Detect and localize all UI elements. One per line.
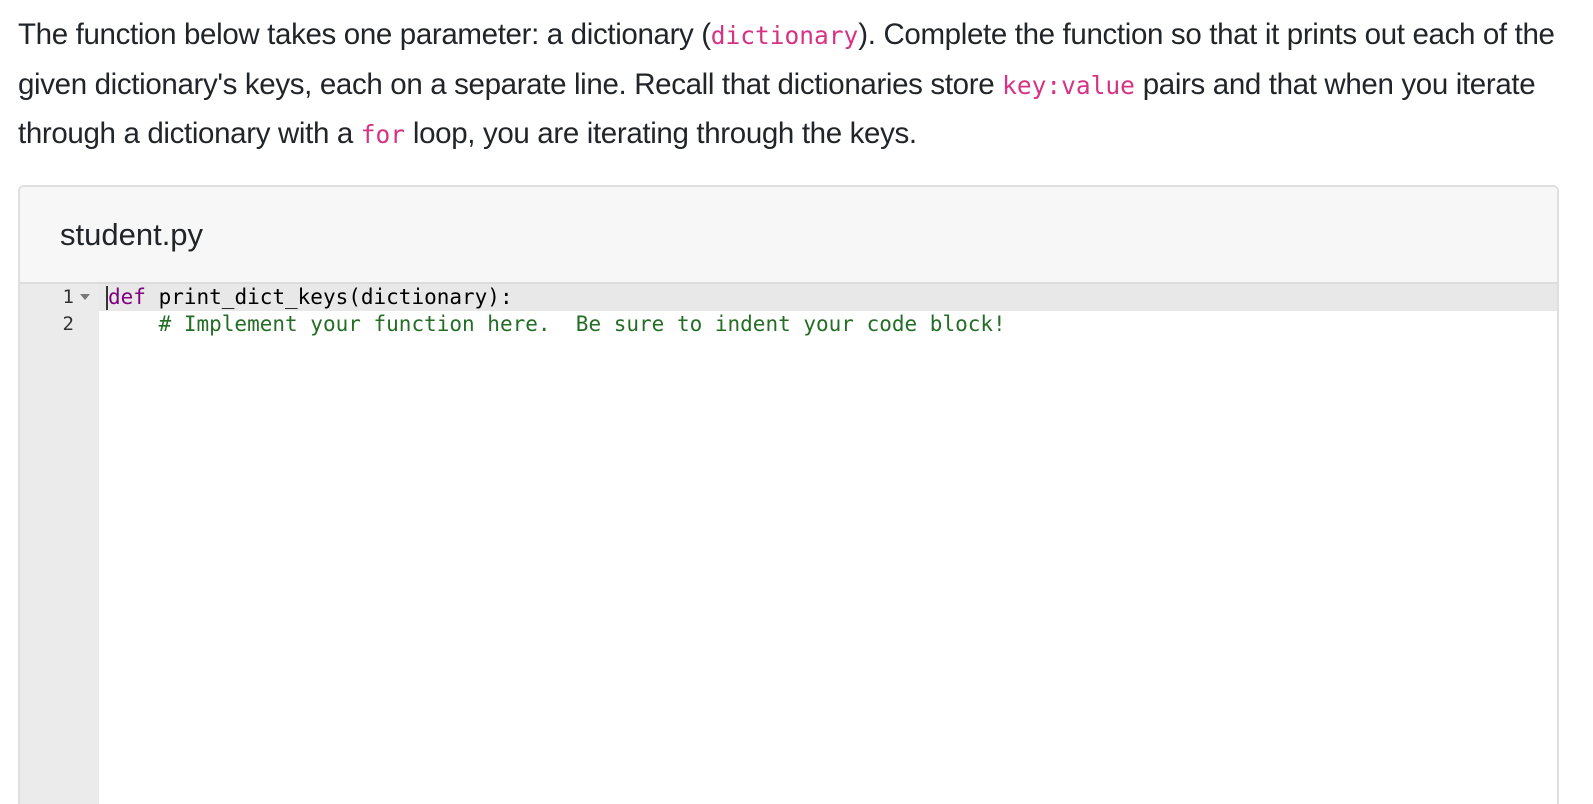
- gutter-row-2: 2: [20, 311, 99, 338]
- fold-arrow-icon[interactable]: [80, 294, 90, 300]
- problem-description: The function below takes one parameter: …: [18, 11, 1578, 160]
- code-editor[interactable]: 1 2 def print_dict_keys(dictionary): # I…: [20, 284, 1557, 804]
- prompt-text-1: The function below takes one parameter: …: [18, 18, 711, 51]
- editor-header: student.py: [20, 187, 1557, 284]
- code-text: print_dict_keys(dictionary):: [145, 285, 513, 309]
- inline-code-for: for: [360, 120, 406, 149]
- line-number: 2: [62, 313, 74, 335]
- line-number-gutter: [20, 284, 99, 804]
- inline-code-dictionary: dictionary: [710, 21, 859, 50]
- line-number: 1: [62, 286, 74, 308]
- prompt-text-4: loop, you are iterating through the keys…: [405, 117, 917, 150]
- code-keyword: def: [108, 285, 146, 309]
- code-line-1[interactable]: def print_dict_keys(dictionary):: [108, 284, 513, 311]
- file-name: student.py: [60, 216, 204, 252]
- gutter-row-1: 1: [20, 284, 99, 311]
- code-comment: # Implement your function here. Be sure …: [158, 312, 1006, 336]
- code-line-2[interactable]: # Implement your function here. Be sure …: [108, 311, 1006, 338]
- inline-code-key-value: key:value: [1002, 70, 1135, 100]
- code-editor-card: student.py 1 2 def print_dict_keys(dicti…: [18, 185, 1559, 804]
